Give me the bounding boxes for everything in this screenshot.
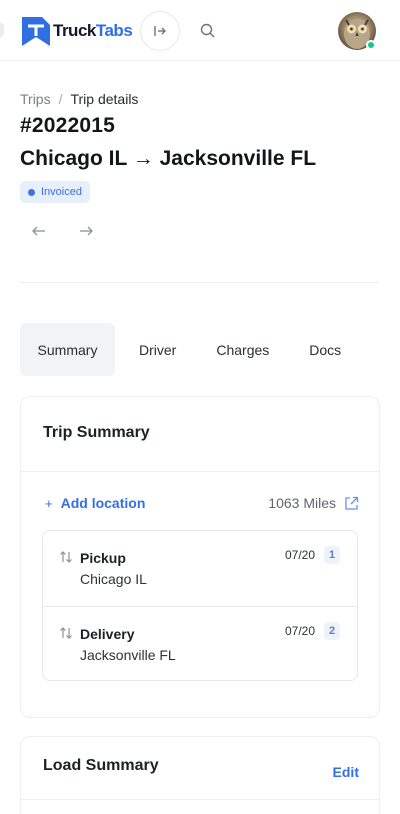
arrow-left-icon (32, 226, 45, 236)
stop-order-badge: 1 (324, 546, 340, 564)
sidebar-toggle-button[interactable] (140, 11, 180, 51)
card-divider (21, 471, 379, 472)
stop-city: Chicago IL (80, 571, 147, 587)
stop-date: 07/20 (285, 548, 316, 562)
tab-bar: Summary Driver Charges Docs (20, 323, 357, 376)
trip-number: #2022015 (20, 114, 116, 137)
status-label: Invoiced (41, 186, 82, 198)
brand-primary: Truck (53, 21, 96, 40)
arrow-right-icon (80, 226, 93, 236)
breadcrumb-trips-link[interactable]: Trips (20, 91, 51, 107)
edit-load-button[interactable]: Edit (333, 764, 359, 780)
status-badge: Invoiced (20, 181, 90, 203)
route-title: Chicago IL → Jacksonville FL (20, 147, 317, 170)
add-location-button[interactable]: + Add location (45, 495, 145, 511)
breadcrumb-separator: / (58, 91, 63, 107)
stop-type: Pickup (80, 550, 126, 566)
trip-miles: 1063 Miles (268, 495, 359, 511)
stop-city: Jacksonville FL (80, 647, 176, 663)
breadcrumb-current: Trip details (70, 91, 139, 107)
brand-logo[interactable]: Truck Tabs (22, 16, 133, 46)
reorder-icon[interactable] (59, 550, 73, 564)
stop-type: Delivery (80, 626, 135, 642)
stop-item-delivery[interactable]: Delivery Jacksonville FL 07/20 2 (43, 606, 357, 681)
load-summary-title: Load Summary (43, 757, 159, 774)
tab-driver[interactable]: Driver (115, 323, 192, 376)
trip-summary-title: Trip Summary (43, 424, 150, 441)
external-link-icon[interactable] (344, 496, 359, 511)
brand-secondary: Tabs (95, 21, 133, 40)
tab-summary[interactable]: Summary (20, 323, 115, 376)
tab-docs[interactable]: Docs (285, 323, 357, 376)
miles-value: 1063 Miles (268, 495, 336, 511)
sidebar-toggle-icon (154, 26, 166, 36)
stop-order-badge: 2 (324, 622, 340, 640)
previous-trip-button[interactable] (29, 221, 49, 241)
online-status-indicator (366, 40, 376, 50)
tab-charges[interactable]: Charges (192, 323, 285, 376)
trip-summary-card: Trip Summary + Add location 1063 Miles P… (20, 396, 380, 718)
load-summary-card: Load Summary Edit (20, 736, 380, 814)
logo-icon (22, 16, 50, 46)
status-dot (28, 188, 35, 196)
stop-date: 07/20 (285, 624, 316, 638)
reorder-icon[interactable] (59, 626, 73, 640)
edge-handle[interactable] (0, 22, 4, 38)
stops-list: Pickup Chicago IL 07/20 1 Delivery Jacks… (42, 530, 358, 681)
brand-name: Truck Tabs (53, 21, 133, 41)
plus-icon: + (45, 495, 53, 511)
stop-item-pickup[interactable]: Pickup Chicago IL 07/20 1 (43, 531, 357, 606)
next-trip-button[interactable] (76, 221, 96, 241)
search-button[interactable] (196, 19, 220, 43)
search-icon (200, 23, 215, 38)
card-divider (21, 799, 379, 800)
breadcrumb: Trips / Trip details (20, 91, 138, 107)
top-bar: Truck Tabs (0, 0, 400, 61)
section-divider (20, 282, 379, 283)
add-location-label: Add location (60, 495, 146, 511)
